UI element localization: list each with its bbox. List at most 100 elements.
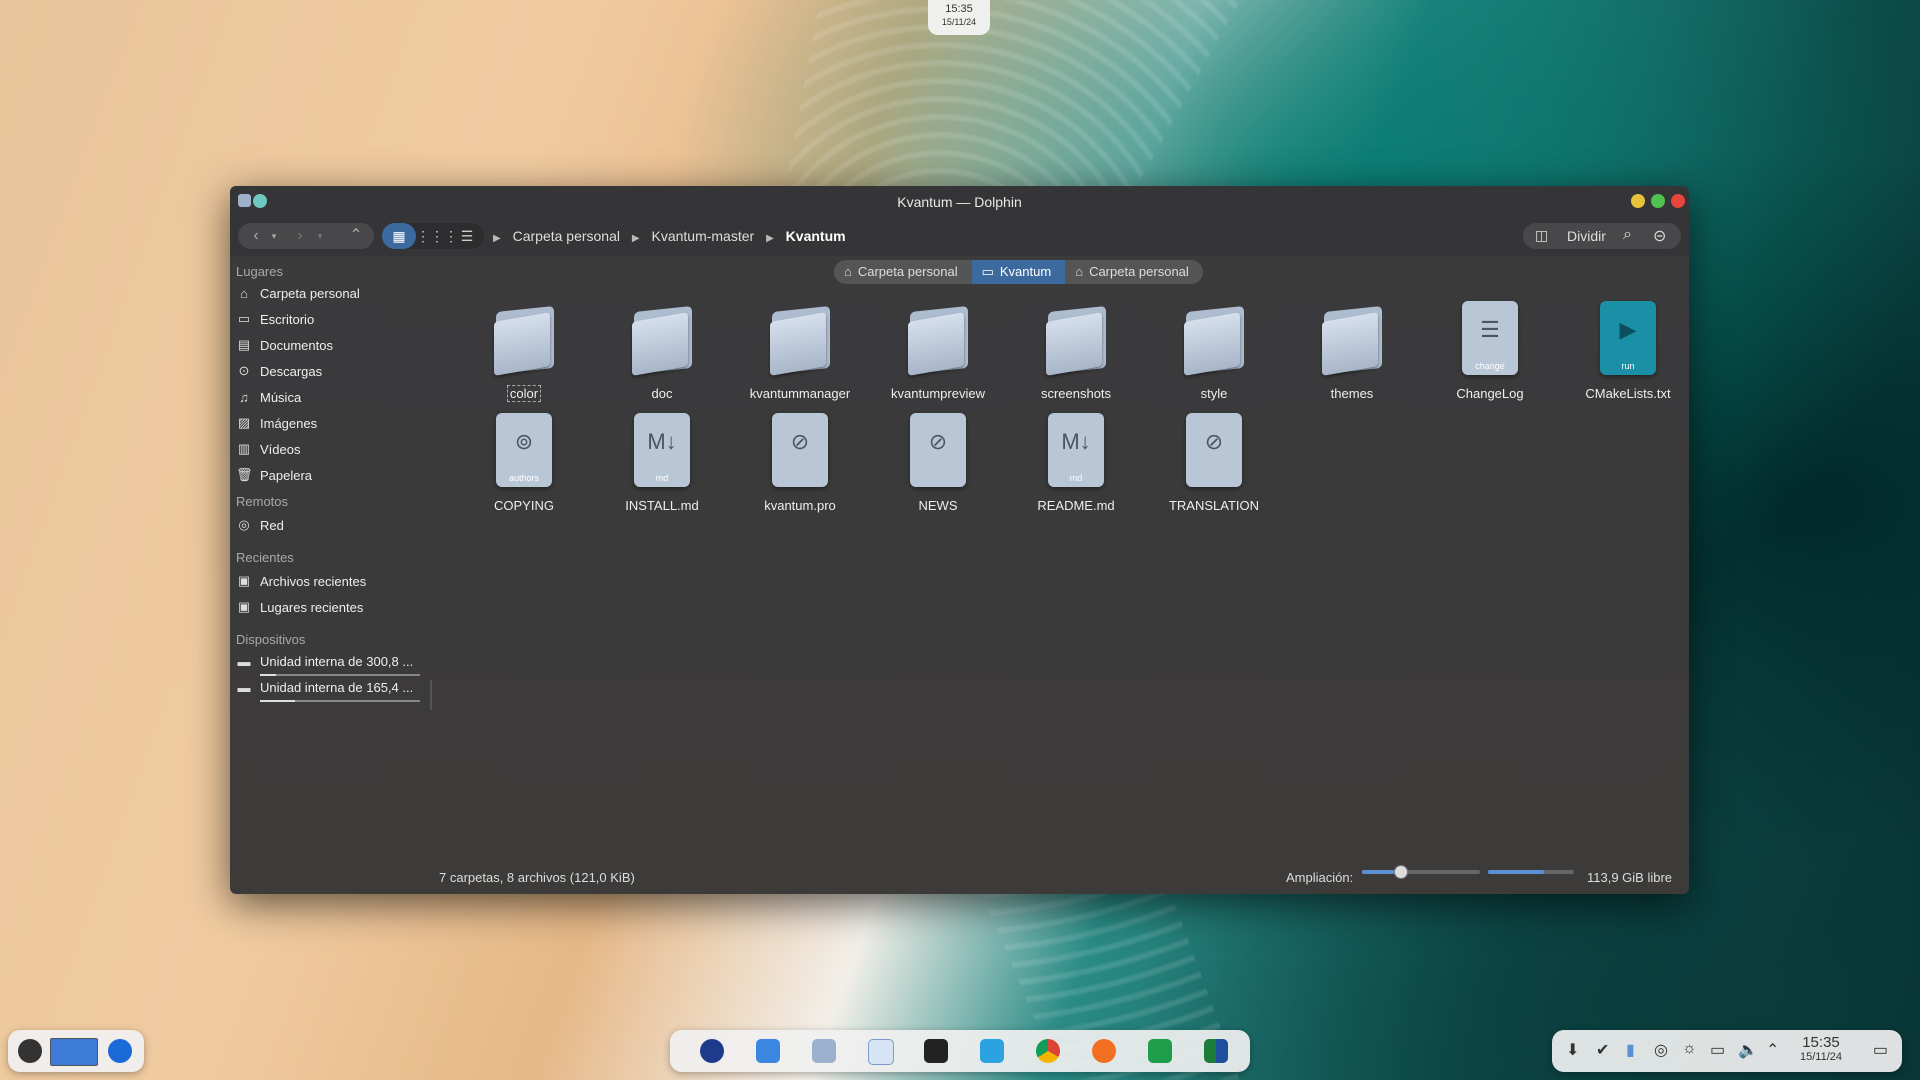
tab-home-2[interactable]: ⌂ Carpeta personal (1065, 260, 1203, 284)
file-name-label: screenshots (1040, 386, 1112, 401)
breadcrumb-item[interactable]: Kvantum-master (651, 228, 754, 244)
icons-view-icon[interactable]: ▦ (382, 223, 416, 249)
download-icon: ⊙ (238, 363, 250, 378)
back-arrow-icon[interactable]: ‹ (244, 223, 268, 249)
search-icon[interactable]: ⌕ (1623, 226, 1632, 244)
toolbar-right-group: ◫ Dividir ⌕ ⊝ (1523, 223, 1681, 249)
sidebar-item-device-1[interactable]: ▬ Unidad interna de 300,8 ... (236, 650, 414, 672)
dolphin-window: Kvantum — Dolphin ‹ ▾ › ▾ ⌃ ▦ ⋮⋮⋮ ☰ ▶ Ca… (230, 186, 1689, 894)
close-button[interactable] (1671, 194, 1685, 208)
window-title: Kvantum — Dolphin (897, 194, 1022, 210)
toolbar: ‹ ▾ › ▾ ⌃ ▦ ⋮⋮⋮ ☰ ▶ Carpeta personal ▶ K… (230, 216, 1689, 256)
chrome-icon[interactable] (1036, 1039, 1060, 1063)
clipboard-icon[interactable]: ▮ (1626, 1040, 1635, 1060)
navigation-group: ‹ ▾ › ▾ ⌃ (238, 223, 374, 249)
sidebar-item-trash[interactable]: 🗑 Papelera (236, 464, 312, 486)
folder-icon: ▭ (981, 264, 994, 279)
display-icon[interactable]: ▭ (1710, 1040, 1725, 1060)
firefox-icon[interactable] (1092, 1039, 1116, 1063)
file-name-label: ChangeLog (1456, 386, 1524, 401)
sidebar-item-label: Música (260, 389, 302, 405)
free-space-bar (1488, 870, 1574, 874)
device-usage-fill (260, 700, 296, 702)
sidebar-item-downloads[interactable]: ⊙ Descargas (236, 360, 323, 382)
app-icon[interactable] (1204, 1039, 1228, 1063)
sidebar-splitter[interactable] (430, 680, 432, 710)
details-view-icon[interactable]: ☰ (450, 223, 484, 249)
sidebar-item-documents[interactable]: ▤ Documentos (236, 334, 333, 356)
tray-clock[interactable]: 15:35 15/11/24 (1800, 1035, 1842, 1064)
package-icon[interactable] (980, 1039, 1004, 1063)
split-view-icon[interactable]: ◫ (1535, 227, 1548, 244)
expand-tray-icon[interactable]: ⌃ (1766, 1040, 1779, 1060)
music-player-icon[interactable] (108, 1039, 132, 1063)
sidebar-item-device-2[interactable]: ▬ Unidad interna de 165,4 ... (236, 676, 414, 698)
zoom-slider[interactable] (1362, 865, 1480, 879)
top-clock-date: 15/11/24 (941, 17, 977, 27)
show-desktop-icon[interactable]: ▭ (1873, 1040, 1888, 1060)
file-name-label: doc (651, 386, 673, 401)
up-arrow-icon[interactable]: ⌃ (344, 223, 368, 249)
breadcrumb-current[interactable]: Kvantum (786, 228, 846, 244)
sidebar-item-label: Carpeta personal (260, 285, 360, 301)
section-header-recent: Recientes (236, 550, 294, 565)
network-icon[interactable]: ◎ (1654, 1040, 1668, 1060)
sidebar-item-home[interactable]: ⌂ Carpeta personal (236, 282, 360, 304)
app-launcher-icon[interactable] (18, 1039, 42, 1063)
forward-history-chevron-icon[interactable]: ▾ (312, 223, 328, 249)
sidebar-item-videos[interactable]: ▥ Vídeos (236, 438, 301, 460)
sidebar-item-recent-places[interactable]: ▣ Lugares recientes (236, 596, 364, 618)
sidebar-item-label: Archivos recientes (260, 573, 367, 589)
file-icon: ⊘ (910, 413, 966, 487)
text-editor-icon[interactable] (868, 1039, 894, 1065)
check-icon[interactable]: ✔ (1596, 1040, 1609, 1060)
dolphin-icon[interactable] (812, 1039, 836, 1063)
video-icon: ▥ (237, 441, 251, 456)
drive-icon: ▬ (237, 653, 251, 669)
sidebar-item-label: Descargas (260, 363, 323, 379)
sidebar-item-music[interactable]: ♫ Música (236, 386, 301, 408)
file-name-label: kvantumpreview (891, 386, 985, 401)
view-mode-group: ▦ ⋮⋮⋮ ☰ (382, 223, 484, 249)
home-icon: ⌂ (844, 264, 852, 279)
tab-label: Carpeta personal (857, 264, 958, 279)
places-sidebar: Lugares ⌂ Carpeta personal ▭ Escritorio ▤ D… (230, 256, 440, 856)
sidebar-item-desktop[interactable]: ▭ Escritorio (236, 308, 314, 330)
zoom-slider-handle[interactable] (1393, 865, 1408, 879)
breadcrumb-item[interactable]: Carpeta personal (513, 228, 620, 244)
system-settings-icon[interactable] (700, 1039, 724, 1063)
breadcrumb-separator-icon: ▶ (766, 233, 774, 244)
status-summary: 7 carpetas, 8 archivos (121,0 KiB) (439, 870, 635, 885)
terminal-icon[interactable] (924, 1039, 948, 1063)
brightness-icon[interactable]: ☼ (1682, 1040, 1697, 1058)
title-bar[interactable]: Kvantum — Dolphin (230, 186, 1689, 216)
minimize-button[interactable] (1631, 194, 1645, 208)
spreadsheet-icon[interactable] (1148, 1039, 1172, 1063)
system-tray: ⬇ ✔ ▮ ◎ ☼ ▭ 🔈 ⌃ 15:35 15/11/24 ▭ (1552, 1030, 1902, 1072)
software-center-icon[interactable] (756, 1039, 780, 1063)
top-clock-time: 15:35 (945, 3, 973, 15)
forward-arrow-icon[interactable]: › (288, 223, 312, 249)
sidebar-item-label: Unidad interna de 165,4 ... (260, 679, 414, 695)
volume-icon[interactable]: 🔈 (1738, 1040, 1758, 1060)
sidebar-item-label: Unidad interna de 300,8 ... (260, 653, 414, 669)
split-button[interactable]: Dividir (1567, 228, 1606, 244)
sidebar-item-pictures[interactable]: ▨ Imágenes (236, 412, 317, 434)
task-manager-dock (670, 1030, 1250, 1072)
trash-icon: 🗑 (236, 467, 253, 482)
pager-icon[interactable] (50, 1038, 98, 1066)
top-clock-widget[interactable]: 15:35 15/11/24 (928, 0, 990, 35)
sidebar-item-network[interactable]: ◎ Red (236, 514, 284, 536)
maximize-button[interactable] (1651, 194, 1665, 208)
folder-icon (770, 301, 830, 376)
network-icon: ◎ (238, 517, 250, 532)
tab-kvantum[interactable]: ▭ Kvantum (971, 260, 1066, 284)
tab-home-1[interactable]: ⌂ Carpeta personal (834, 260, 972, 284)
compact-view-icon[interactable]: ⋮⋮⋮ (416, 223, 458, 249)
menu-icon[interactable]: ⊝ (1653, 226, 1666, 246)
sidebar-item-recent-files[interactable]: ▣ Archivos recientes (236, 570, 366, 592)
download-icon[interactable]: ⬇ (1566, 1040, 1579, 1060)
back-history-chevron-icon[interactable]: ▾ (266, 223, 282, 249)
desktop-icon: ▭ (237, 311, 251, 326)
file-icon: ⊘ (1186, 413, 1242, 487)
